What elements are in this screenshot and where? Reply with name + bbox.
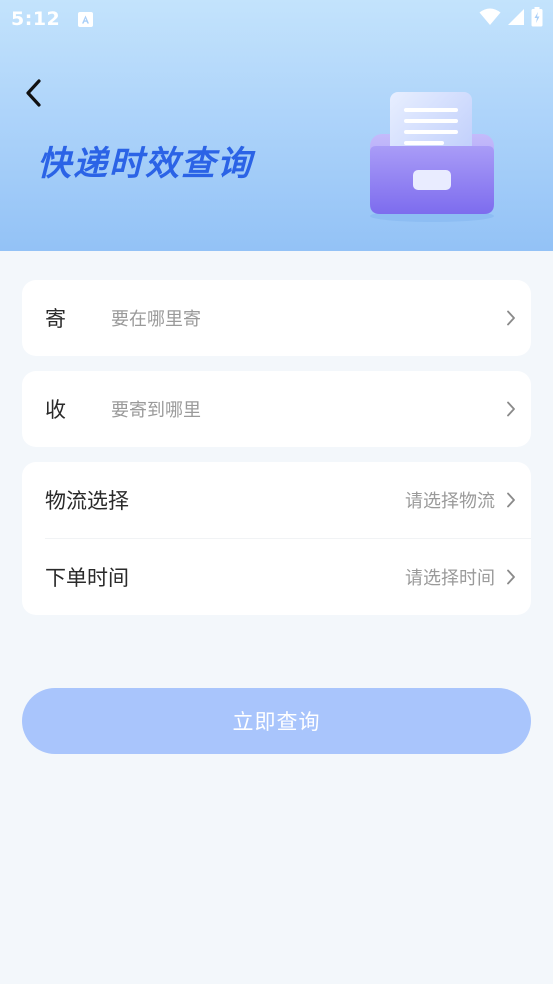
receive-location-card: 收 要寄到哪里 [22, 371, 531, 447]
logistics-value: 请选择物流 [405, 491, 495, 512]
page-title: 快递时效查询 [37, 144, 253, 184]
send-placeholder: 要在哪里寄 [111, 309, 201, 330]
signal-icon [507, 8, 525, 30]
receive-placeholder: 要寄到哪里 [111, 400, 201, 421]
logistics-label: 物流选择 [45, 489, 129, 513]
header: 5:12 快递时效查询 [0, 0, 553, 251]
submit-query-button[interactable]: 立即查询 [22, 688, 531, 754]
send-label: 寄 [45, 307, 66, 331]
chevron-right-icon [505, 491, 517, 509]
receive-location-field[interactable]: 收 要寄到哪里 [22, 371, 531, 447]
battery-charging-icon [531, 7, 543, 31]
chevron-right-icon [505, 400, 517, 418]
screen: 5:12 快递时效查询 寄 要在哪里寄 收 要寄到哪里 物流选择 请选择物流 下… [0, 0, 553, 984]
back-button[interactable] [18, 78, 50, 112]
logistics-select[interactable]: 物流选择 请选择物流 [22, 462, 531, 538]
receive-label: 收 [45, 398, 66, 422]
document-drawer-icon [362, 86, 504, 224]
status-time: 5:12 [11, 8, 61, 30]
send-location-field[interactable]: 寄 要在哪里寄 [22, 280, 531, 356]
chevron-right-icon [505, 568, 517, 586]
options-card: 物流选择 请选择物流 下单时间 请选择时间 [22, 462, 531, 615]
order-time-label: 下单时间 [45, 566, 129, 590]
order-time-value: 请选择时间 [405, 568, 495, 589]
status-bar: 5:12 [0, 0, 553, 38]
send-location-card: 寄 要在哪里寄 [22, 280, 531, 356]
chevron-right-icon [505, 309, 517, 327]
wifi-icon [479, 8, 501, 30]
order-time-select[interactable]: 下单时间 请选择时间 [22, 539, 531, 615]
a-icon [78, 11, 94, 27]
chevron-left-icon [24, 78, 44, 112]
